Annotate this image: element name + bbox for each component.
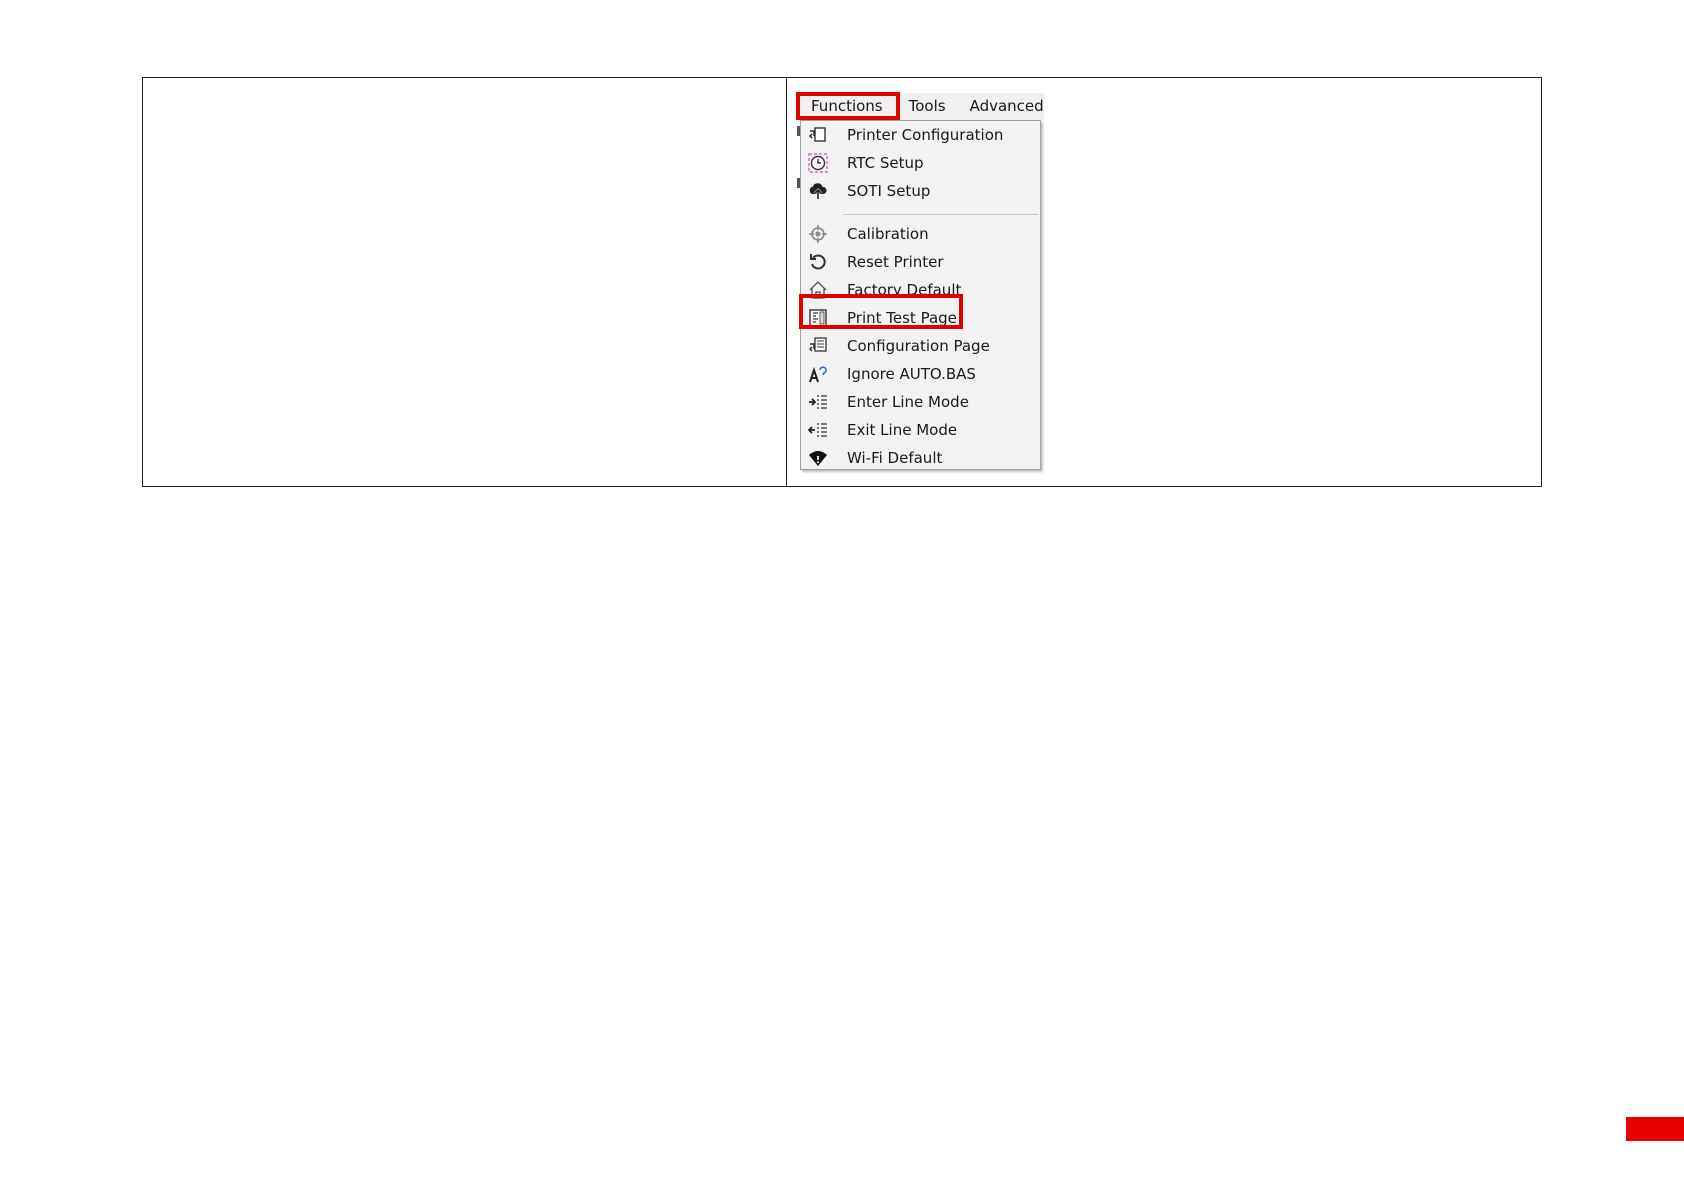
menu-item-soti-setup[interactable]: SOTI Setup (801, 177, 1040, 205)
menu-item-label: Ignore AUTO.BAS (847, 365, 976, 383)
reset-arrow-icon (807, 251, 829, 273)
menu-item-reset-printer[interactable]: Reset Printer (801, 248, 1040, 276)
config-page-icon (807, 335, 829, 357)
menu-tools[interactable]: Tools (897, 93, 958, 120)
document-table: Functions Tools Advanced Printer Configu… (142, 77, 1542, 487)
menu-item-factory-default[interactable]: Factory Default (801, 276, 1040, 304)
menu-item-rtc-setup[interactable]: RTC Setup (801, 149, 1040, 177)
functions-dropdown-menu: Printer Configuration RTC Setup SOTI Set… (800, 120, 1041, 470)
cloud-upload-icon (807, 180, 829, 202)
menu-item-label: SOTI Setup (847, 182, 931, 200)
wifi-icon (807, 447, 829, 469)
page-marker-tab (1626, 1117, 1684, 1141)
menu-item-calibration[interactable]: Calibration (801, 220, 1040, 248)
table-cell-left (143, 78, 787, 486)
menu-item-ignore-autobas[interactable]: Ignore AUTO.BAS (801, 360, 1040, 388)
menu-item-label: Configuration Page (847, 337, 990, 355)
menu-item-exit-line-mode[interactable]: Exit Line Mode (801, 416, 1040, 444)
menu-item-label: Calibration (847, 225, 929, 243)
menu-item-label: Enter Line Mode (847, 393, 969, 411)
menu-separator (843, 214, 1038, 215)
menu-functions[interactable]: Functions (799, 93, 897, 120)
menu-item-enter-line-mode[interactable]: Enter Line Mode (801, 388, 1040, 416)
menu-item-label: Reset Printer (847, 253, 944, 271)
menu-item-wifi-default[interactable]: Wi-Fi Default (801, 444, 1040, 472)
clock-icon (807, 152, 829, 174)
home-icon (807, 279, 829, 301)
menu-item-configuration-page[interactable]: Configuration Page (801, 332, 1040, 360)
printer-config-icon (807, 124, 829, 146)
exit-line-mode-icon (807, 419, 829, 441)
menu-item-label: Factory Default (847, 281, 962, 299)
menu-item-label: Wi-Fi Default (847, 449, 943, 467)
enter-line-mode-icon (807, 391, 829, 413)
menu-item-label: Print Test Page (847, 309, 957, 327)
menu-item-label: RTC Setup (847, 154, 924, 172)
menu-item-label: Printer Configuration (847, 126, 1004, 144)
ignore-autobas-icon (807, 363, 829, 385)
menu-advanced[interactable]: Advanced (958, 93, 1056, 120)
menu-bar: Functions Tools Advanced (799, 93, 1044, 120)
menu-item-printer-configuration[interactable]: Printer Configuration (801, 121, 1040, 149)
table-cell-right: Functions Tools Advanced Printer Configu… (787, 78, 1541, 486)
crosshair-icon (807, 223, 829, 245)
menu-item-label: Exit Line Mode (847, 421, 958, 439)
test-page-icon (807, 307, 829, 329)
menu-item-print-test-page[interactable]: Print Test Page (801, 304, 1040, 332)
